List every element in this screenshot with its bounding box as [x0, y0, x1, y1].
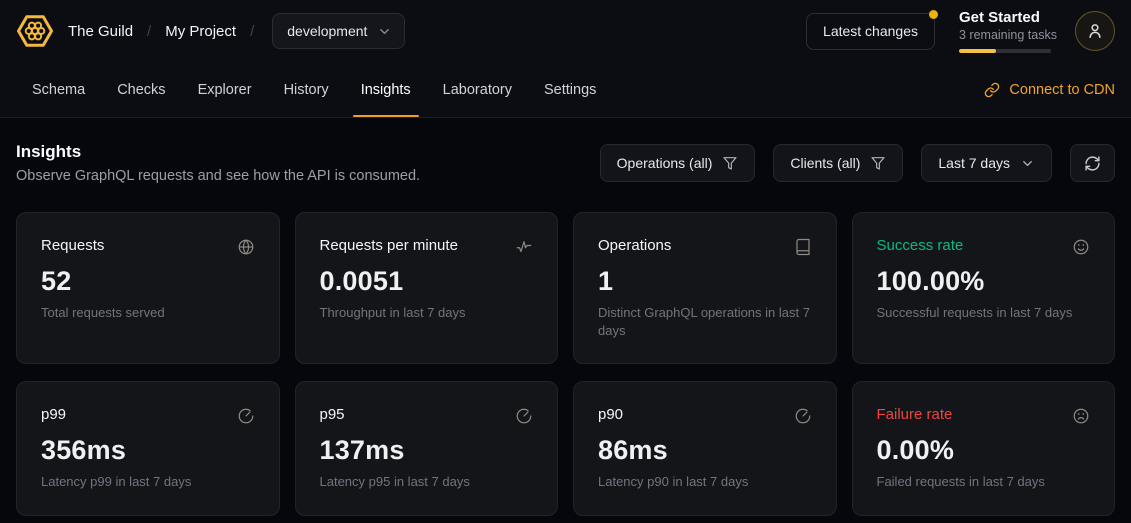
refresh-button[interactable]	[1070, 144, 1115, 182]
card-description: Latency p99 in last 7 days	[41, 473, 255, 491]
tab-settings[interactable]: Settings	[528, 62, 612, 117]
tab-checks[interactable]: Checks	[101, 62, 181, 117]
get-started-progress-bar	[959, 49, 1051, 53]
date-range-select[interactable]: Last 7 days	[921, 144, 1052, 182]
card-value: 137ms	[320, 435, 534, 466]
smile-icon	[1072, 238, 1090, 256]
tab-history[interactable]: History	[268, 62, 345, 117]
filters-toolbar: Operations (all) Clients (all) Last 7 da…	[600, 144, 1115, 182]
card-title: p90	[598, 406, 623, 423]
breadcrumb: The Guild / My Project /	[68, 23, 254, 40]
latest-changes-label: Latest changes	[823, 23, 918, 39]
card-title: p95	[320, 406, 345, 423]
chevron-down-icon	[377, 24, 392, 39]
connect-to-cdn-link[interactable]: Connect to CDN	[984, 62, 1115, 117]
card-description: Latency p95 in last 7 days	[320, 473, 534, 491]
card-description: Successful requests in last 7 days	[877, 304, 1091, 322]
connect-to-cdn-label: Connect to CDN	[1009, 82, 1115, 98]
tab-explorer[interactable]: Explorer	[182, 62, 268, 117]
card-value: 0.0051	[320, 266, 534, 297]
breadcrumb-separator: /	[250, 23, 254, 40]
globe-icon	[237, 238, 255, 256]
date-range-value: Last 7 days	[938, 155, 1010, 171]
card-value: 356ms	[41, 435, 255, 466]
card-value: 0.00%	[877, 435, 1091, 466]
operations-filter-button[interactable]: Operations (all)	[600, 144, 756, 182]
funnel-icon	[722, 155, 738, 171]
target-select[interactable]: development	[272, 13, 405, 49]
breadcrumb-project[interactable]: My Project	[165, 23, 236, 40]
funnel-icon	[870, 155, 886, 171]
stat-card-failure-rate: Failure rate 0.00% Failed requests in la…	[852, 381, 1116, 516]
card-title: Requests per minute	[320, 237, 458, 254]
gauge-icon	[794, 407, 812, 425]
card-description: Distinct GraphQL operations in last 7 da…	[598, 304, 812, 339]
book-icon	[794, 238, 812, 256]
target-select-value: development	[287, 23, 367, 39]
latest-changes-button[interactable]: Latest changes	[806, 13, 935, 50]
card-title: Failure rate	[877, 406, 953, 423]
page-title-block: Insights Observe GraphQL requests and se…	[16, 142, 420, 184]
main-nav: Schema Checks Explorer History Insights …	[0, 62, 1131, 118]
card-value: 86ms	[598, 435, 812, 466]
page-subtitle: Observe GraphQL requests and see how the…	[16, 168, 420, 184]
get-started-progress-fill	[959, 49, 996, 53]
card-title: Success rate	[877, 237, 964, 254]
get-started-title: Get Started	[959, 9, 1051, 28]
guild-honeycomb-logo[interactable]	[16, 12, 54, 50]
stat-card-success-rate: Success rate 100.00% Successful requests…	[852, 212, 1116, 364]
stats-card-grid: Requests 52 Total requests served Reques…	[16, 212, 1115, 516]
stat-card-p99: p99 356ms Latency p99 in last 7 days	[16, 381, 280, 516]
stat-card-p95: p95 137ms Latency p95 in last 7 days	[295, 381, 559, 516]
clients-filter-label: Clients (all)	[790, 155, 860, 171]
notification-dot	[929, 10, 938, 19]
card-description: Failed requests in last 7 days	[877, 473, 1091, 491]
clients-filter-button[interactable]: Clients (all)	[773, 144, 903, 182]
card-value: 1	[598, 266, 812, 297]
chevron-down-icon	[1020, 156, 1035, 171]
breadcrumb-org[interactable]: The Guild	[68, 23, 133, 40]
card-value: 100.00%	[877, 266, 1091, 297]
page-title: Insights	[16, 142, 420, 162]
user-avatar[interactable]	[1075, 11, 1115, 51]
tab-laboratory[interactable]: Laboratory	[427, 62, 528, 117]
top-header: The Guild / My Project / development Lat…	[0, 0, 1131, 62]
refresh-icon	[1084, 155, 1101, 172]
activity-icon	[515, 238, 533, 256]
card-title: p99	[41, 406, 66, 423]
breadcrumb-separator: /	[147, 23, 151, 40]
insights-page: Insights Observe GraphQL requests and se…	[0, 118, 1131, 516]
link-icon	[984, 82, 1000, 98]
card-title: Requests	[41, 237, 104, 254]
card-description: Throughput in last 7 days	[320, 304, 534, 322]
get-started-widget[interactable]: Get Started 3 remaining tasks	[959, 9, 1051, 54]
stat-card-p90: p90 86ms Latency p90 in last 7 days	[573, 381, 837, 516]
gauge-icon	[515, 407, 533, 425]
tab-schema[interactable]: Schema	[16, 62, 101, 117]
stat-card-requests-per-minute: Requests per minute 0.0051 Throughput in…	[295, 212, 559, 364]
card-description: Latency p90 in last 7 days	[598, 473, 812, 491]
person-icon	[1085, 21, 1105, 41]
operations-filter-label: Operations (all)	[617, 155, 713, 171]
gauge-icon	[237, 407, 255, 425]
get-started-remaining-tasks: 3 remaining tasks	[959, 28, 1051, 42]
card-value: 52	[41, 266, 255, 297]
stat-card-operations: Operations 1 Distinct GraphQL operations…	[573, 212, 837, 364]
tab-insights[interactable]: Insights	[345, 62, 427, 117]
stat-card-requests: Requests 52 Total requests served	[16, 212, 280, 364]
card-title: Operations	[598, 237, 671, 254]
frown-icon	[1072, 407, 1090, 425]
card-description: Total requests served	[41, 304, 255, 322]
